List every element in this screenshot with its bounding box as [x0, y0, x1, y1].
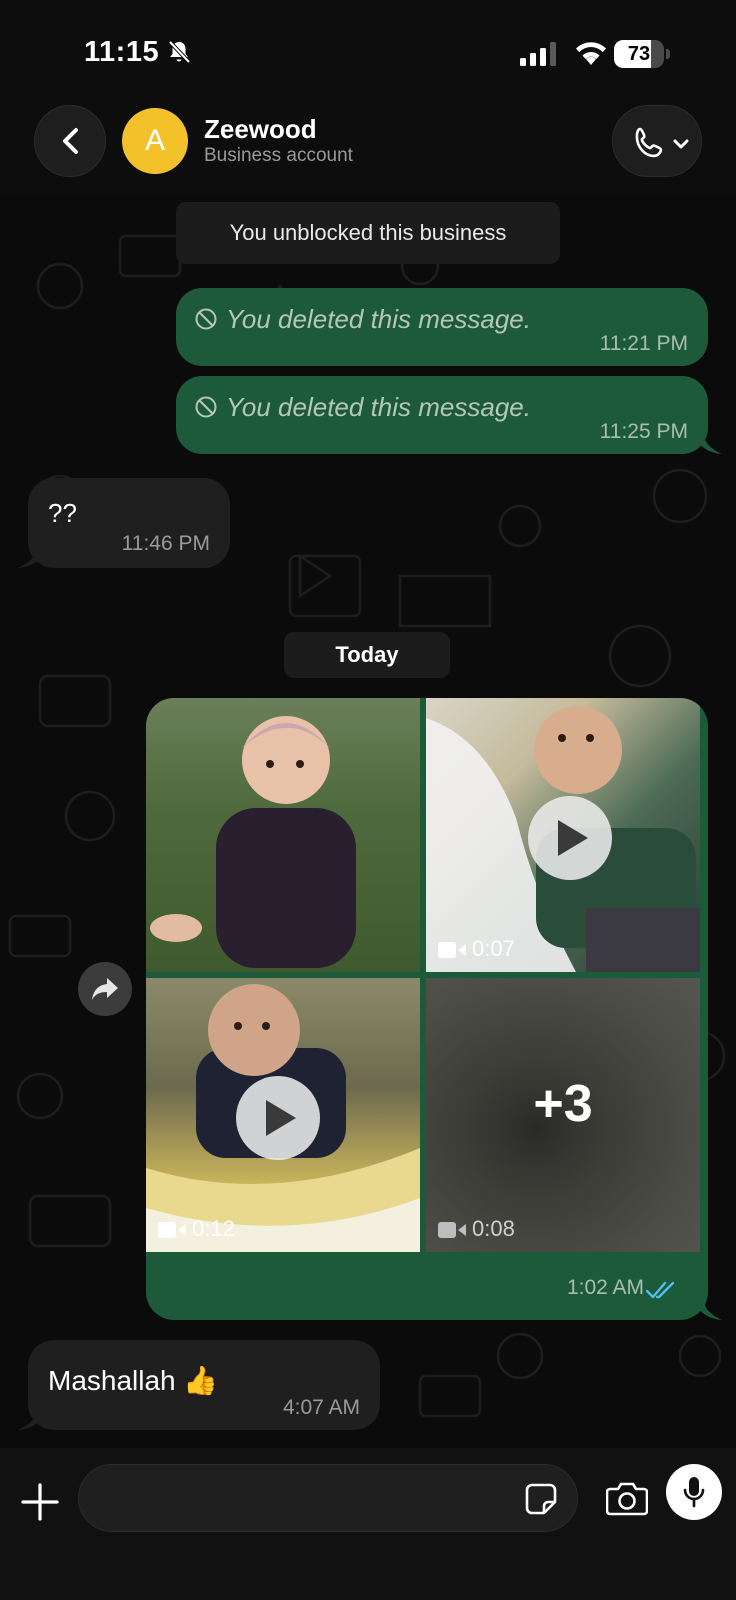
wifi-icon [576, 42, 606, 65]
video-camera-icon [438, 1222, 466, 1238]
media-tile-more[interactable]: +3 0:08 [426, 978, 700, 1252]
plus-icon[interactable] [20, 1482, 60, 1522]
composer-bar [0, 1448, 736, 1600]
bubble-tail [18, 1410, 46, 1430]
video-camera-icon [158, 1222, 186, 1238]
system-message: You unblocked this business [176, 202, 560, 264]
forward-button[interactable] [78, 962, 132, 1016]
message-bubble-outgoing[interactable]: You deleted this message. 11:25 PM [176, 376, 708, 454]
media-tile-video[interactable]: 0:07 [426, 698, 700, 972]
message-text: ?? [48, 498, 77, 528]
bubble-tail [18, 548, 46, 568]
message-time: 11:21 PM [599, 332, 688, 355]
grid-divider [146, 972, 708, 978]
message-time: 11:25 PM [599, 420, 688, 443]
chat-header: A Zeewood Business account [0, 100, 736, 196]
call-button[interactable] [612, 105, 702, 177]
back-button[interactable] [34, 105, 106, 177]
status-time: 11:15 [84, 36, 160, 68]
battery-percent: 73 [627, 43, 651, 65]
message-bubble-outgoing[interactable]: You deleted this message. 11:21 PM [176, 288, 708, 366]
message-input[interactable] [78, 1464, 578, 1532]
mic-button[interactable] [666, 1464, 722, 1520]
date-separator: Today [284, 632, 450, 678]
play-button[interactable] [528, 796, 612, 880]
play-icon [558, 820, 588, 856]
video-duration: 0:12 [158, 1216, 235, 1242]
message-time: 1:02 AM [566, 1276, 644, 1299]
chevron-left-icon [63, 128, 78, 154]
photo-thumbnail [150, 716, 356, 968]
chat-area[interactable]: You unblocked this business You deleted … [0, 196, 736, 1448]
contact-name[interactable]: Zeewood [204, 114, 317, 145]
bell-off-icon [168, 40, 191, 64]
sticker-icon[interactable] [524, 1482, 558, 1516]
forward-icon [92, 978, 118, 1000]
avatar[interactable]: A [122, 108, 188, 174]
message-time: 4:07 AM [282, 1396, 360, 1419]
video-duration: 0:07 [438, 936, 515, 962]
media-tile-photo[interactable] [146, 698, 420, 972]
contact-subtitle: Business account [204, 145, 353, 166]
battery-icon: 73 [614, 40, 670, 68]
bubble-tail [694, 1300, 722, 1320]
deleted-message: You deleted this message. [194, 392, 531, 423]
camera-icon[interactable] [606, 1480, 648, 1516]
play-button[interactable] [236, 1076, 320, 1160]
microphone-icon [683, 1477, 705, 1508]
prohibited-icon [195, 396, 217, 418]
message-bubble-incoming[interactable]: ?? 11:46 PM [28, 478, 230, 568]
more-media-count: +3 [533, 1075, 593, 1133]
video-duration: 0:08 [438, 1216, 515, 1242]
message-text: Mashallah 👍 [48, 1365, 219, 1396]
bubble-tail [694, 434, 722, 454]
phone-icon [635, 127, 663, 158]
video-camera-icon [438, 942, 466, 958]
signal-icon [520, 42, 556, 66]
chevron-down-icon [673, 139, 689, 149]
status-bar: 11:15 73 [0, 0, 736, 100]
play-icon [266, 1100, 296, 1136]
prohibited-icon [195, 308, 217, 330]
grid-divider [420, 698, 426, 1258]
message-time: 11:46 PM [121, 532, 210, 555]
double-check-icon [646, 1281, 675, 1299]
media-message-bubble[interactable]: 0:07 0:12 +3 0:08 1:02 AM [146, 698, 708, 1320]
media-tile-video[interactable]: 0:12 [146, 978, 420, 1252]
deleted-message: You deleted this message. [194, 304, 531, 335]
message-bubble-incoming[interactable]: Mashallah 👍 4:07 AM [28, 1340, 380, 1430]
